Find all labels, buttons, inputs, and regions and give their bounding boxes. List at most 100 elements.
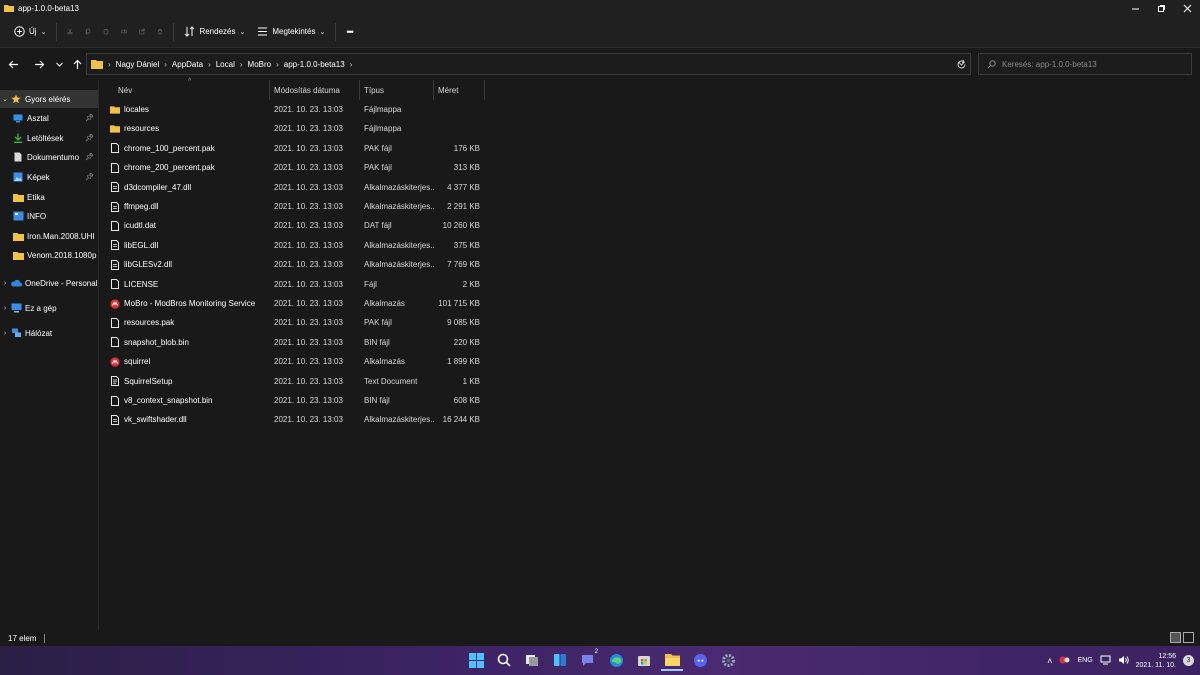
new-button[interactable]: Új ⌄: [8, 20, 52, 44]
sidebar-item-network[interactable]: › Hálózat: [0, 324, 98, 342]
column-header-type[interactable]: Típus: [360, 80, 434, 100]
file-row[interactable]: resources.pak 2021. 10. 23. 13:03 PAK fájl…: [100, 313, 490, 332]
paste-button[interactable]: [97, 20, 115, 44]
chevron-down-icon[interactable]: ⌄: [0, 95, 10, 103]
file-row[interactable]: vk_swiftshader.dll 2021. 10. 23. 13:03 Alk…: [100, 410, 490, 429]
cut-button[interactable]: [61, 20, 79, 44]
tiles-view-button[interactable]: [1183, 632, 1194, 643]
clock[interactable]: 12:56 2021. 11. 10.: [1136, 652, 1176, 670]
store-button[interactable]: [633, 649, 655, 671]
file-icon: [110, 395, 120, 406]
file-row[interactable]: MoBro - ModBros Monitoring Service 2021. …: [100, 294, 490, 313]
file-row[interactable]: d3dcompiler_47.dll 2021. 10. 23. 13:03 Alk…: [100, 178, 490, 197]
file-row[interactable]: chrome_100_percent.pak 2021. 10. 23. 13:0…: [100, 139, 490, 158]
sidebar-item-documents[interactable]: Dokumentumo 📌︎: [0, 148, 98, 166]
widgets-button[interactable]: [549, 649, 571, 671]
sidebar-item-venom[interactable]: Venom.2018.1080p: [0, 246, 98, 264]
chevron-right-icon: ›: [108, 59, 111, 69]
task-view-button[interactable]: [521, 649, 543, 671]
file-row[interactable]: v8_context_snapshot.bin 2021. 10. 23. 13:…: [100, 391, 490, 410]
rename-button[interactable]: [115, 20, 133, 44]
discord-icon: [693, 653, 707, 667]
breadcrumb-item[interactable]: MoBro: [248, 60, 272, 69]
file-row[interactable]: snapshot_blob.bin 2021. 10. 23. 13:03 BIN …: [100, 333, 490, 352]
column-header-size[interactable]: Méret: [434, 80, 485, 100]
file-type: PAK fájl: [364, 143, 392, 153]
back-button[interactable]: [4, 54, 22, 74]
discord-button[interactable]: [689, 649, 711, 671]
up-button[interactable]: [68, 54, 86, 74]
file-row[interactable]: chrome_200_percent.pak 2021. 10. 23. 13:0…: [100, 158, 490, 177]
teams-chat-button[interactable]: 2: [577, 649, 599, 671]
chevron-up-icon[interactable]: ˄: [1047, 656, 1052, 666]
tray-app-icon[interactable]: [1059, 655, 1070, 666]
notification-badge[interactable]: 3: [1183, 655, 1194, 666]
sidebar-item-etika[interactable]: Etika: [0, 188, 98, 206]
chevron-right-icon[interactable]: ›: [0, 280, 10, 287]
file-size: 1 899 KB: [447, 357, 480, 367]
breadcrumb-item[interactable]: AppData: [172, 60, 203, 69]
sidebar-item-downloads[interactable]: Letöltések 📌︎: [0, 129, 98, 147]
breadcrumb-item[interactable]: Local: [216, 60, 235, 69]
sidebar-item-quick-access[interactable]: ⌄ Gyors elérés: [0, 90, 98, 108]
network-icon[interactable]: [1100, 655, 1111, 667]
sidebar-item-onedrive[interactable]: › OneDrive - Personal: [0, 274, 98, 292]
details-view-button[interactable]: [1170, 632, 1181, 643]
maximize-button[interactable]: [1148, 0, 1174, 16]
recent-locations-button[interactable]: [50, 54, 68, 74]
file-row[interactable]: locales 2021. 10. 23. 13:03 Fájlmappa: [100, 100, 490, 119]
file-modified: 2021. 10. 23. 13:03: [274, 143, 343, 153]
sidebar-item-iron-man[interactable]: Iron.Man.2008.UHI: [0, 227, 98, 245]
view-button[interactable]: Megtekintés ⌄: [251, 20, 331, 44]
file-row[interactable]: SquirrelSetup 2021. 10. 23. 13:03 Text Doc…: [100, 372, 490, 391]
delete-button[interactable]: [151, 20, 169, 44]
sort-button[interactable]: Rendezés ⌄: [178, 20, 251, 44]
settings-button[interactable]: [717, 649, 739, 671]
clock-time: 12:56: [1158, 652, 1176, 660]
file-row[interactable]: icudtl.dat 2021. 10. 23. 13:03 DAT fájl 10 …: [100, 216, 490, 235]
file-row[interactable]: libEGL.dll 2021. 10. 23. 13:03 Alkalmazásk…: [100, 236, 490, 255]
search-button[interactable]: [493, 649, 515, 671]
navigation-pane: ⌄ Gyors elérés Asztal 📌︎ Letöltések 📌︎ D…: [0, 80, 99, 630]
store-icon: [638, 656, 650, 666]
breadcrumb-item[interactable]: Nagy Dániel: [116, 60, 160, 69]
address-bar[interactable]: › Nagy Dániel › AppData › Local › MoBro …: [86, 53, 971, 75]
column-header-modified[interactable]: Módosítás dátuma: [270, 80, 360, 100]
search-input[interactable]: Keresés: app-1.0.0-beta13: [978, 53, 1192, 75]
start-button[interactable]: [465, 649, 487, 671]
file-row[interactable]: squirrel 2021. 10. 23. 13:03 Alkalmazás 1 8…: [100, 352, 490, 371]
file-name-cell: vk_swiftshader.dll: [110, 410, 187, 429]
file-modified: 2021. 10. 23. 13:03: [274, 124, 343, 134]
volume-icon[interactable]: [1118, 655, 1129, 667]
file-row[interactable]: resources 2021. 10. 23. 13:03 Fájlmappa: [100, 119, 490, 138]
file-type: Alkalmazáskiterjes...: [364, 182, 434, 192]
sidebar-item-desktop[interactable]: Asztal 📌︎: [0, 109, 98, 127]
file-type: Fájl: [364, 279, 377, 289]
file-type: BIN fájl: [364, 396, 390, 405]
edge-button[interactable]: [605, 649, 627, 671]
share-button[interactable]: [133, 20, 151, 44]
file-explorer-button[interactable]: [661, 649, 683, 671]
refresh-button[interactable]: [952, 54, 970, 74]
file-name-cell: locales: [110, 100, 149, 119]
chevron-right-icon[interactable]: ›: [0, 305, 10, 312]
column-header-name[interactable]: Név: [114, 80, 270, 100]
command-bar: Új ⌄ Rendezés ⌄ Megtekintés ⌄ •••: [0, 16, 1200, 48]
close-button[interactable]: [1174, 0, 1200, 16]
chevron-right-icon[interactable]: ›: [0, 330, 10, 337]
forward-button[interactable]: [30, 54, 48, 74]
file-name: v8_context_snapshot.bin: [124, 396, 213, 405]
more-options-button[interactable]: •••: [340, 20, 358, 44]
minimize-button[interactable]: [1122, 0, 1148, 16]
language-indicator[interactable]: ENG: [1077, 657, 1092, 664]
file-row[interactable]: LICENSE 2021. 10. 23. 13:03 Fájl 2 KB: [100, 275, 490, 294]
copy-icon: [86, 28, 91, 35]
copy-button[interactable]: [79, 20, 97, 44]
sidebar-item-info[interactable]: INFO: [0, 207, 98, 225]
sidebar-item-label: Etika: [27, 192, 45, 202]
sidebar-item-this-pc[interactable]: › Ez a gép: [0, 299, 98, 317]
breadcrumb-item[interactable]: app-1.0.0-beta13: [284, 60, 345, 69]
sidebar-item-pictures[interactable]: Képek 📌︎: [0, 168, 98, 186]
file-row[interactable]: libGLESv2.dll 2021. 10. 23. 13:03 Alkalmaz…: [100, 255, 490, 274]
file-row[interactable]: ffmpeg.dll 2021. 10. 23. 13:03 Alkalmazásk…: [100, 197, 490, 216]
